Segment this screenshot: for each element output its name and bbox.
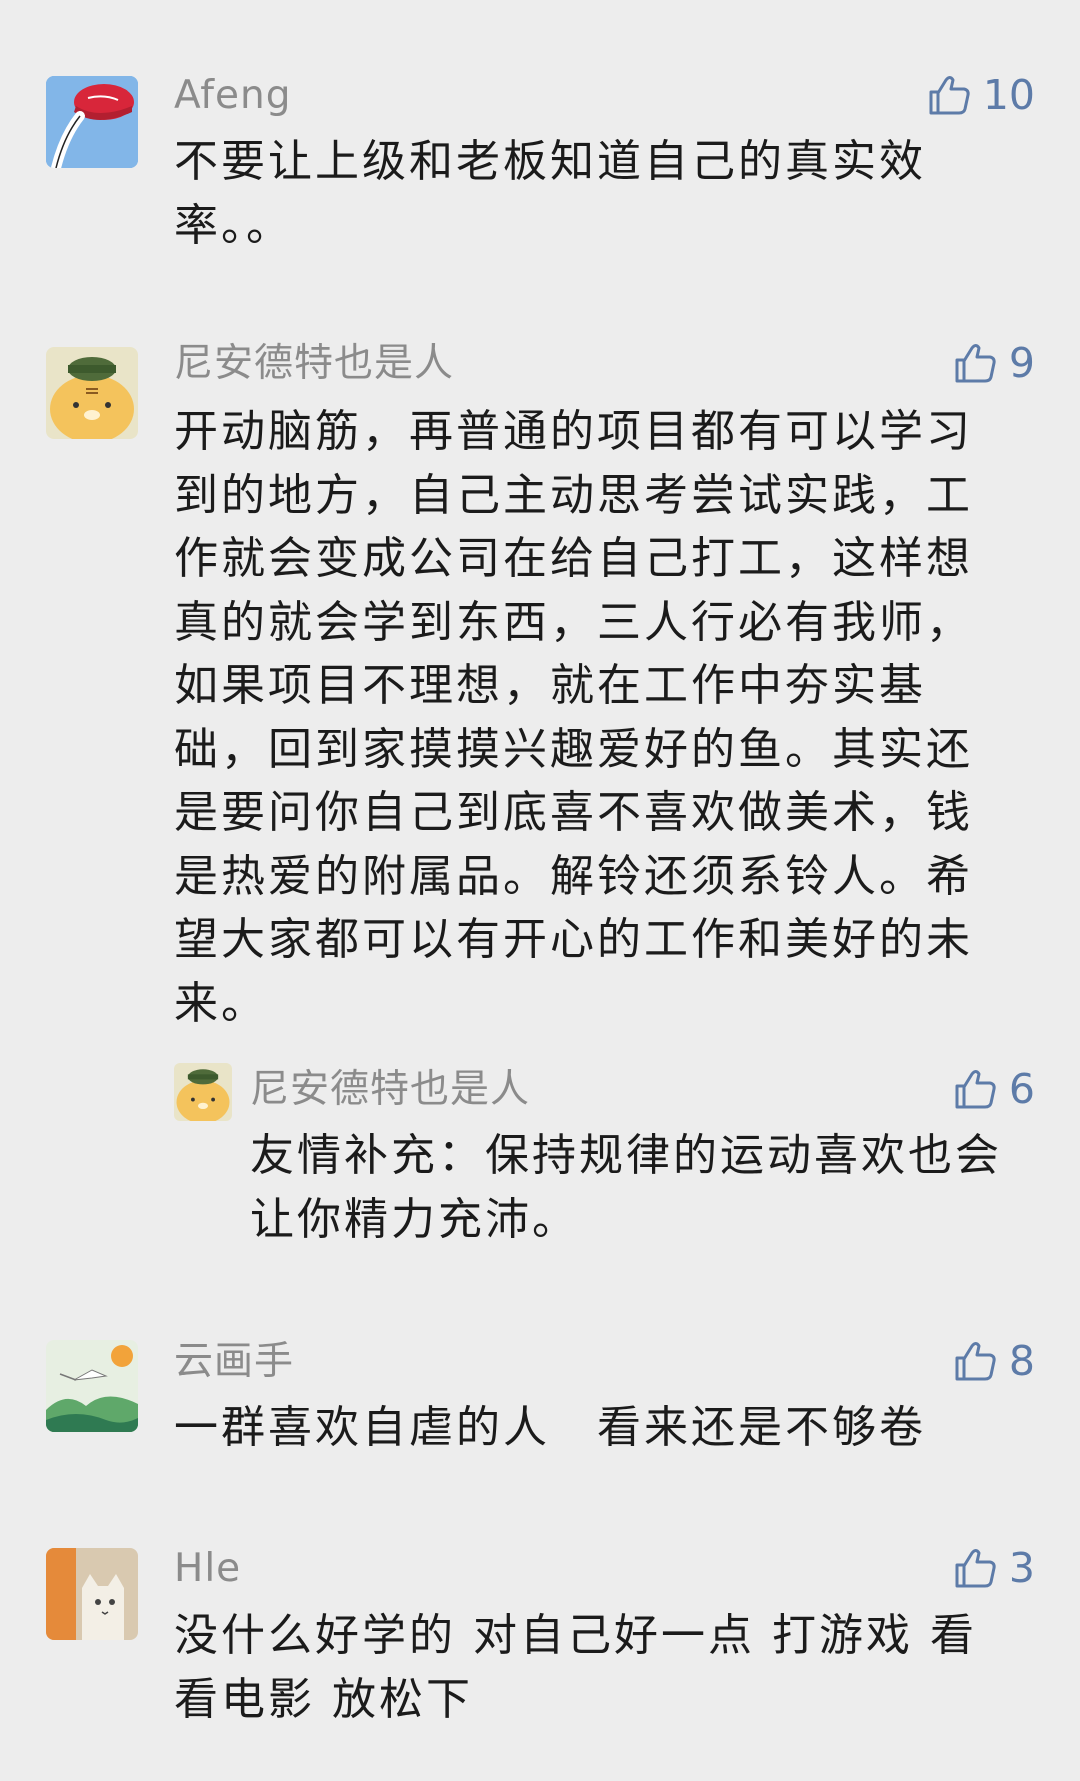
avatar[interactable] [46,76,138,168]
tiger-avatar-icon [46,347,138,439]
thumbs-up-icon [955,344,996,383]
thumbs-up-icon [955,1549,996,1588]
comment-text: 不要让上级和老板知道自己的真实效率。。 [174,136,926,251]
like-button[interactable]: 9 [900,338,1035,388]
reply-username[interactable]: 尼安德特也是人 [250,1066,530,1114]
like-button[interactable]: 8 [900,1336,1035,1386]
cat-avatar-icon [46,1548,138,1640]
like-count: 6 [1008,1065,1035,1113]
username[interactable]: 云画手 [174,1338,294,1386]
username[interactable]: Afeng [174,72,292,120]
like-count: 9 [1008,339,1035,387]
thumbs-up-icon [955,1070,996,1109]
reply-avatar[interactable] [174,1063,232,1121]
like-button[interactable]: 10 [900,70,1035,120]
avatar[interactable] [46,347,138,439]
red-cap-avatar-icon [46,76,138,168]
thumbs-up-icon [929,76,970,115]
like-count: 8 [1008,1337,1035,1385]
tiger-avatar-icon [174,1063,232,1121]
comment-text: 没什么好学的 对自己好一点 打游戏 看看电影 放松下 [174,1610,977,1725]
reply-text: 友情补充：保持规律的运动喜欢也会让你精力充沛。 [250,1130,1002,1245]
like-count: 3 [1008,1544,1035,1592]
like-button[interactable]: 3 [900,1543,1035,1593]
avatar[interactable] [46,1340,138,1432]
username[interactable]: Hle [174,1545,241,1593]
avatar[interactable] [46,1548,138,1640]
like-button[interactable]: 6 [900,1064,1035,1114]
username[interactable]: 尼安德特也是人 [174,340,454,388]
thumbs-up-icon [955,1342,996,1381]
like-count: 10 [982,71,1035,119]
crane-landscape-avatar-icon [46,1340,138,1432]
comment-text: 一群喜欢自虐的人 看来还是不够卷 [174,1402,926,1453]
comment-text: 开动脑筋，再普通的项目都有可以学习到的地方，自己主动思考尝试实践，工作就会变成公… [174,406,973,1029]
